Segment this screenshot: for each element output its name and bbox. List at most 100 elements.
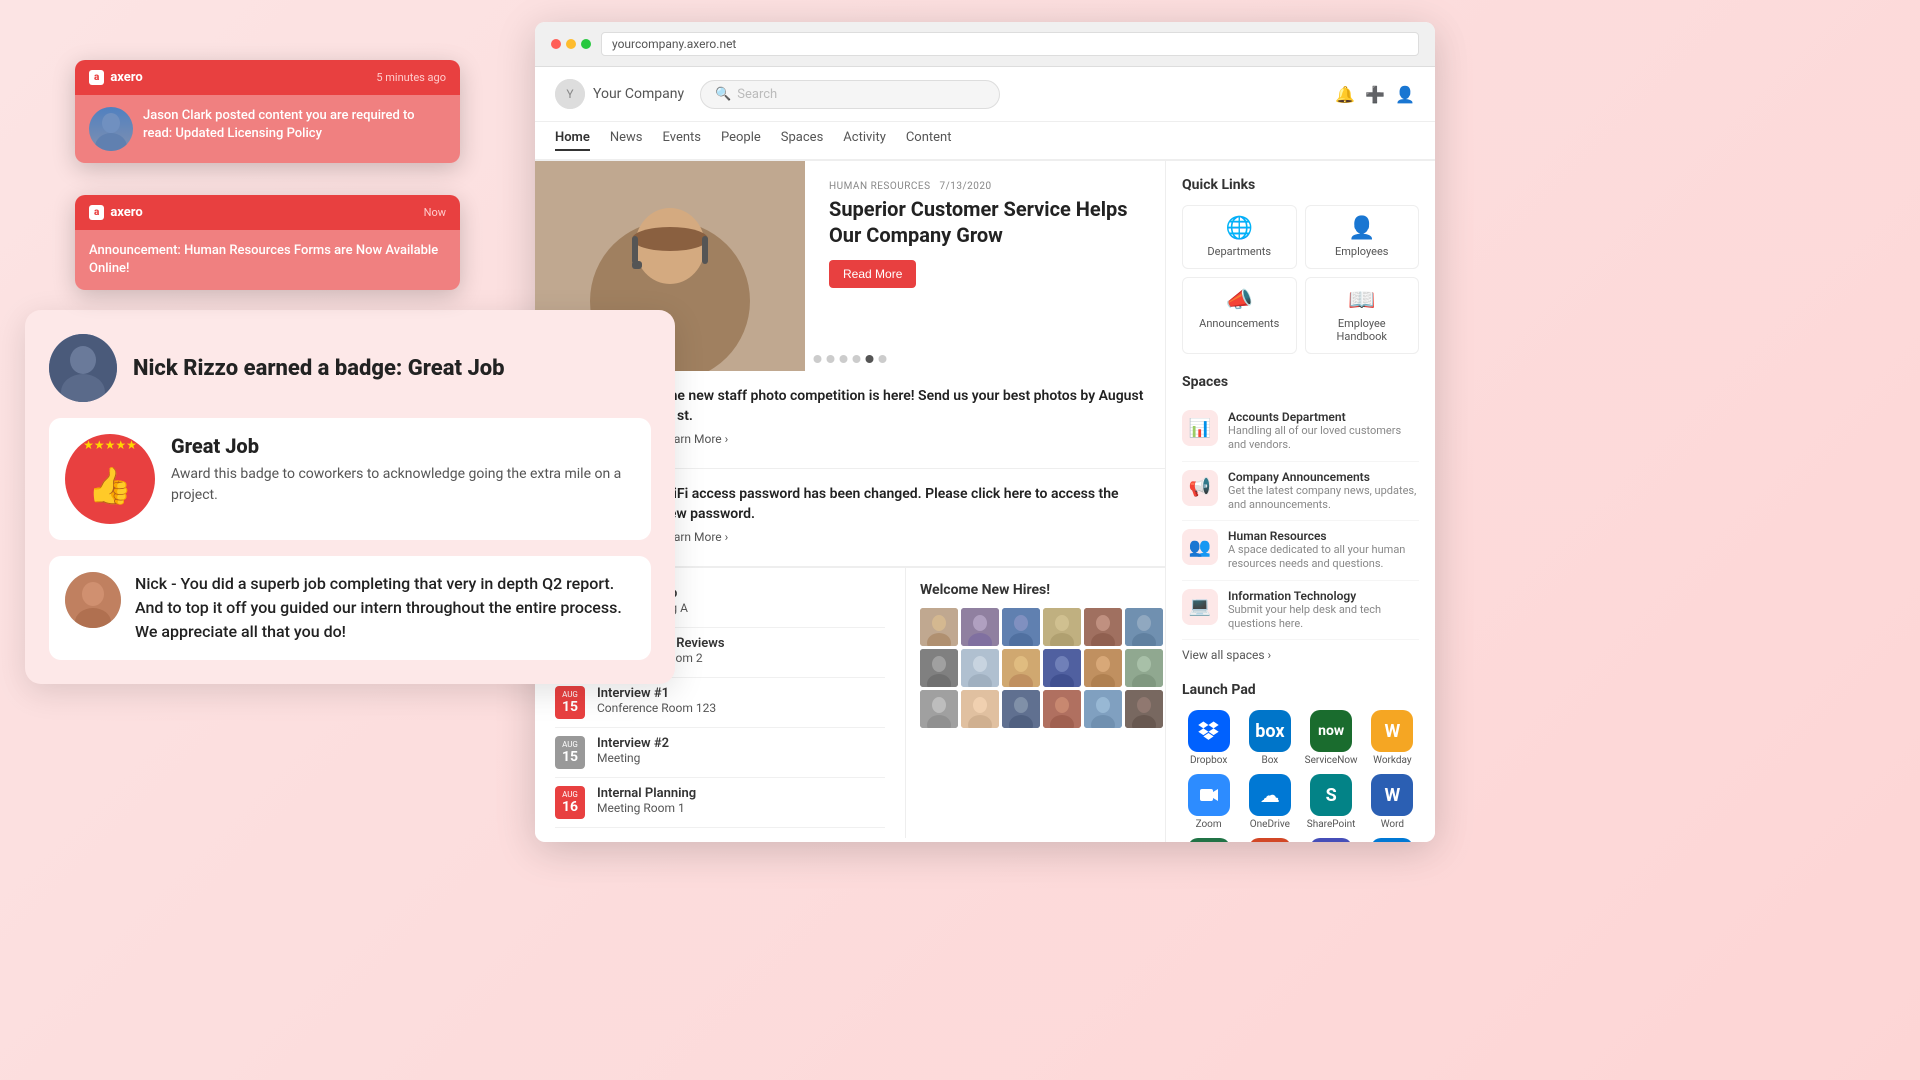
carousel-dot-6[interactable] [879, 355, 887, 363]
hire-avatar [1002, 690, 1040, 728]
space-desc-hr: A space dedicated to all your human reso… [1228, 543, 1419, 572]
sharepoint-label: SharePoint [1307, 819, 1356, 830]
hire-avatar [1125, 649, 1163, 687]
space-icon-announcements: 📢 [1182, 470, 1218, 506]
space-it[interactable]: 💻 Information Technology Submit your hel… [1182, 581, 1419, 641]
search-placeholder: Search [737, 87, 777, 102]
hire-avatar [961, 649, 999, 687]
app-nav: Home News Events People Spaces Activity … [535, 122, 1435, 161]
hero-category: HUMAN RESOURCES 7/13/2020 [829, 181, 1141, 192]
launchpad-section: Launch Pad Dropbox box Box [1182, 682, 1419, 842]
nav-home[interactable]: Home [555, 130, 590, 151]
launchpad-grid: Dropbox box Box now ServiceNow [1182, 710, 1419, 842]
space-icon-hr: 👥 [1182, 529, 1218, 565]
cal-date-planning: AUG 16 [555, 786, 585, 819]
view-all-spaces[interactable]: View all spaces › [1182, 648, 1419, 662]
departments-icon: 🌐 [1226, 216, 1253, 241]
spaces-title: Spaces [1182, 374, 1419, 390]
browser-url-bar[interactable]: yourcompany.axero.net [601, 32, 1419, 56]
search-icon: 🔍 [715, 87, 731, 102]
space-accounts[interactable]: 📊 Accounts Department Handling all of ou… [1182, 402, 1419, 462]
carousel-dot-4[interactable] [853, 355, 861, 363]
browser-chrome: yourcompany.axero.net [535, 22, 1435, 67]
quick-link-departments[interactable]: 🌐 Departments [1182, 205, 1297, 269]
hero-text-area: HUMAN RESOURCES 7/13/2020 Superior Custo… [805, 161, 1165, 371]
employees-icon: 👤 [1348, 216, 1375, 241]
quick-link-announcements[interactable]: 📣 Announcements [1182, 277, 1297, 354]
lp-dropbox[interactable]: Dropbox [1182, 710, 1235, 766]
lp-excel[interactable]: X Excel [1182, 838, 1235, 842]
space-announcements[interactable]: 📢 Company Announcements Get the latest c… [1182, 462, 1419, 522]
zoom-icon [1188, 774, 1230, 816]
header-search[interactable]: 🔍 Search [700, 80, 1000, 109]
news-text-2: WiFi access password has been changed. P… [661, 485, 1145, 544]
notif-brand-1: a axero [89, 70, 143, 85]
company-avatar: Y [555, 79, 585, 109]
lp-sharepoint[interactable]: S SharePoint [1305, 774, 1358, 830]
carousel-dot-5-active[interactable] [866, 355, 874, 363]
launchpad-title: Launch Pad [1182, 682, 1419, 698]
notif-message-2: Announcement: Human Resources Forms are … [89, 242, 446, 278]
space-desc-announcements: Get the latest company news, updates, an… [1228, 484, 1419, 513]
badge-icon: ★★★★★ 👍 [65, 434, 155, 524]
carousel-dot-1[interactable] [814, 355, 822, 363]
hire-avatar [920, 608, 958, 646]
word-icon: W [1371, 774, 1413, 816]
lp-teams[interactable]: T Teams [1305, 838, 1358, 842]
quick-link-handbook[interactable]: 📖 Employee Handbook [1305, 277, 1420, 354]
hire-avatar [1084, 608, 1122, 646]
carousel-dot-2[interactable] [827, 355, 835, 363]
cal-info-planning: Internal Planning Meeting Room 1 [597, 786, 696, 815]
lp-word[interactable]: W Word [1366, 774, 1419, 830]
space-desc-it: Submit your help desk and tech questions… [1228, 603, 1419, 632]
notif-body-1: Jason Clark posted content you are requi… [75, 95, 460, 163]
news-link-2[interactable]: Learn More › [661, 530, 1145, 544]
read-more-button[interactable]: Read More [829, 260, 916, 288]
notif-time-2: Now [424, 206, 446, 219]
lp-zoom[interactable]: Zoom [1182, 774, 1235, 830]
spaces-section: Spaces 📊 Accounts Department Handling al… [1182, 374, 1419, 662]
lp-onedrive[interactable]: ☁ OneDrive [1243, 774, 1296, 830]
welcome-title: Welcome New Hires! [920, 582, 1151, 598]
bell-icon[interactable]: 🔔 [1335, 85, 1355, 104]
notif-brand-2: a axero [89, 205, 143, 220]
browser-close[interactable] [551, 39, 561, 49]
lp-yammer[interactable]: Y Yammer [1366, 838, 1419, 842]
hero-title: Superior Customer Service Helps Our Comp… [829, 196, 1141, 248]
lp-servicenow[interactable]: now ServiceNow [1305, 710, 1358, 766]
browser-minimize[interactable] [566, 39, 576, 49]
browser-maximize[interactable] [581, 39, 591, 49]
notification-card-1: a axero 5 minutes ago Jason Clark posted… [75, 60, 460, 163]
departments-label: Departments [1207, 245, 1271, 258]
nav-news[interactable]: News [610, 130, 643, 151]
announcements-icon: 📣 [1226, 288, 1253, 313]
badge-info: Great Job Award this badge to coworkers … [171, 434, 635, 506]
handbook-icon: 📖 [1348, 288, 1375, 313]
nav-events[interactable]: Events [663, 130, 701, 151]
company-logo-area[interactable]: Y Your Company [555, 79, 684, 109]
nav-people[interactable]: People [721, 130, 761, 151]
quick-link-employees[interactable]: 👤 Employees [1305, 205, 1420, 269]
plus-icon[interactable]: ➕ [1365, 85, 1385, 104]
news-title-1: The new staff photo competition is here!… [661, 387, 1145, 426]
hire-avatar [1084, 690, 1122, 728]
notif-body-2: Announcement: Human Resources Forms are … [75, 230, 460, 290]
user-menu-icon[interactable]: 👤 [1395, 85, 1415, 104]
space-hr[interactable]: 👥 Human Resources A space dedicated to a… [1182, 521, 1419, 581]
nav-activity[interactable]: Activity [843, 130, 886, 151]
nav-content[interactable]: Content [906, 130, 952, 151]
lp-powerpoint[interactable]: P Powerpoint [1243, 838, 1296, 842]
dropbox-label: Dropbox [1190, 755, 1227, 766]
cal-info-interview1: Interview #1 Conference Room 123 [597, 686, 716, 715]
axero-logo: a [89, 70, 104, 85]
carousel-dot-3[interactable] [840, 355, 848, 363]
notif-header-2: a axero Now [75, 195, 460, 230]
nav-spaces[interactable]: Spaces [781, 130, 824, 151]
space-info-announcements: Company Announcements Get the latest com… [1228, 470, 1419, 513]
lp-workday[interactable]: W Workday [1366, 710, 1419, 766]
lp-box[interactable]: box Box [1243, 710, 1296, 766]
news-link-1[interactable]: Learn More › [661, 432, 1145, 446]
teams-icon: T [1310, 838, 1352, 842]
hire-avatar [1125, 608, 1163, 646]
cal-item-interview2: AUG 15 Interview #2 Meeting [555, 728, 885, 778]
